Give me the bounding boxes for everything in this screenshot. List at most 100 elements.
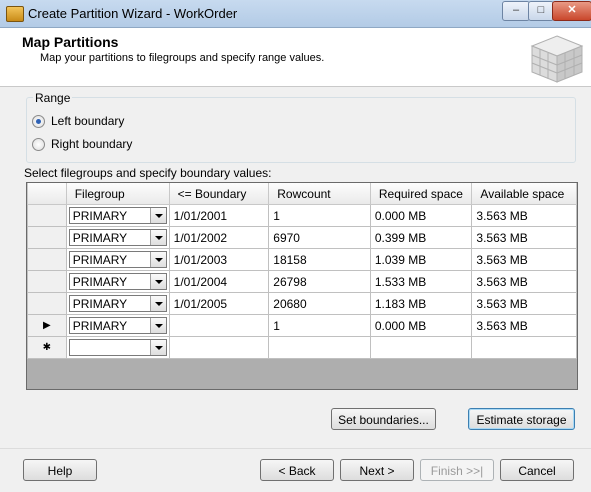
- range-groupbox: Range Left boundary Right boundary: [26, 91, 576, 163]
- grid-header-row: Filegroup <= Boundary Rowcount Required …: [27, 183, 577, 205]
- required-space-cell[interactable]: 0.000 MB: [369, 314, 473, 337]
- filegroup-value: PRIMARY: [72, 253, 128, 267]
- filegroup-value: PRIMARY: [72, 275, 128, 289]
- available-space-cell[interactable]: 3.563 MB: [471, 204, 577, 227]
- required-space-cell[interactable]: 1.183 MB: [369, 292, 473, 315]
- table-row[interactable]: PRIMARY 1/01/2004 26798 1.533 MB 3.563 MB: [27, 270, 577, 293]
- page-title: Map Partitions: [22, 34, 119, 50]
- available-space-cell[interactable]: [471, 336, 577, 359]
- row-selector[interactable]: [27, 204, 67, 227]
- available-space-cell[interactable]: 3.563 MB: [471, 226, 577, 249]
- filegroup-dropdown[interactable]: PRIMARY: [68, 295, 167, 312]
- next-button[interactable]: Next >: [340, 459, 414, 481]
- filegroup-dropdown[interactable]: PRIMARY: [68, 207, 167, 224]
- column-header-boundary[interactable]: <= Boundary: [168, 183, 270, 205]
- dropdown-arrow-icon[interactable]: [149, 274, 166, 289]
- available-space-cell[interactable]: 3.563 MB: [471, 248, 577, 271]
- boundary-cell[interactable]: 1/01/2004: [168, 270, 270, 293]
- partition-table: Filegroup <= Boundary Rowcount Required …: [27, 183, 577, 359]
- rowcount-cell[interactable]: 18158: [268, 248, 371, 271]
- filegroup-cell: PRIMARY: [65, 226, 170, 249]
- filegroup-cell: PRIMARY: [65, 314, 170, 337]
- filegroup-value: PRIMARY: [72, 231, 128, 245]
- row-selector[interactable]: [27, 226, 67, 249]
- dropdown-arrow-icon[interactable]: [149, 252, 166, 267]
- row-selector[interactable]: [27, 270, 67, 293]
- rowcount-cell[interactable]: 1: [268, 204, 371, 227]
- filegroup-cell: PRIMARY: [65, 204, 170, 227]
- estimate-storage-button[interactable]: Estimate storage: [468, 408, 575, 430]
- boundary-cell[interactable]: 1/01/2003: [168, 248, 270, 271]
- dropdown-arrow-icon[interactable]: [149, 296, 166, 311]
- help-button[interactable]: Help: [23, 459, 97, 481]
- column-header-available-space[interactable]: Available space: [471, 183, 577, 205]
- filegroup-cell: PRIMARY: [65, 292, 170, 315]
- back-button[interactable]: < Back: [260, 459, 334, 481]
- left-boundary-radio[interactable]: [32, 115, 45, 128]
- dropdown-arrow-icon[interactable]: [149, 318, 166, 333]
- partition-grid[interactable]: Filegroup <= Boundary Rowcount Required …: [26, 182, 578, 390]
- filegroup-dropdown[interactable]: PRIMARY: [68, 317, 167, 334]
- minimize-button[interactable]: –: [502, 1, 530, 21]
- wizard-app-icon: [6, 6, 24, 22]
- filegroup-value: PRIMARY: [72, 209, 128, 223]
- rowcount-cell[interactable]: 26798: [268, 270, 371, 293]
- required-space-cell[interactable]: [369, 336, 473, 359]
- table-row[interactable]: ✱: [27, 336, 577, 359]
- available-space-cell[interactable]: 3.563 MB: [471, 292, 577, 315]
- finish-button[interactable]: Finish >>|: [420, 459, 494, 481]
- filegroup-dropdown[interactable]: PRIMARY: [68, 251, 167, 268]
- available-space-cell[interactable]: 3.563 MB: [471, 314, 577, 337]
- table-row[interactable]: PRIMARY 1/01/2003 18158 1.039 MB 3.563 MB: [27, 248, 577, 271]
- dropdown-arrow-icon[interactable]: [149, 230, 166, 245]
- partition-cube-icon: [530, 35, 584, 83]
- wizard-header: Map Partitions Map your partitions to fi…: [0, 28, 591, 87]
- filegroup-cell: PRIMARY: [65, 270, 170, 293]
- required-space-cell[interactable]: 1.533 MB: [369, 270, 473, 293]
- row-selector[interactable]: ✱: [27, 336, 67, 359]
- boundary-cell[interactable]: 1/01/2005: [168, 292, 270, 315]
- filegroup-cell: [65, 336, 170, 359]
- cancel-button[interactable]: Cancel: [500, 459, 574, 481]
- rowcount-cell[interactable]: [268, 336, 371, 359]
- table-row[interactable]: PRIMARY 1/01/2002 6970 0.399 MB 3.563 MB: [27, 226, 577, 249]
- rowcount-cell[interactable]: 1: [268, 314, 371, 337]
- required-space-cell[interactable]: 0.399 MB: [369, 226, 473, 249]
- filegroup-value: PRIMARY: [72, 297, 128, 311]
- table-row[interactable]: PRIMARY 1/01/2001 1 0.000 MB 3.563 MB: [27, 204, 577, 227]
- left-boundary-label[interactable]: Left boundary: [51, 114, 124, 128]
- column-header-filegroup[interactable]: Filegroup: [65, 183, 170, 205]
- table-row[interactable]: ▶ PRIMARY 1 0.000 MB 3.563 MB: [27, 314, 577, 337]
- rowcount-cell[interactable]: 6970: [268, 226, 371, 249]
- dropdown-arrow-icon[interactable]: [149, 208, 166, 223]
- filegroup-dropdown[interactable]: PRIMARY: [68, 273, 167, 290]
- filegroup-cell: PRIMARY: [65, 248, 170, 271]
- rowcount-cell[interactable]: 20680: [268, 292, 371, 315]
- filegroup-dropdown[interactable]: PRIMARY: [68, 229, 167, 246]
- dropdown-arrow-icon[interactable]: [149, 340, 166, 355]
- range-legend: Range: [33, 91, 73, 105]
- filegroup-dropdown[interactable]: [68, 339, 167, 356]
- title-bar: Create Partition Wizard - WorkOrder – □ …: [0, 0, 591, 28]
- boundary-cell[interactable]: 1/01/2001: [168, 204, 270, 227]
- grid-label: Select filegroups and specify boundary v…: [24, 166, 272, 180]
- right-boundary-radio[interactable]: [32, 138, 45, 151]
- column-header-rowcount[interactable]: Rowcount: [268, 183, 371, 205]
- boundary-cell[interactable]: [168, 336, 270, 359]
- boundary-cell[interactable]: [168, 314, 270, 337]
- set-boundaries-button[interactable]: Set boundaries...: [331, 408, 436, 430]
- table-row[interactable]: PRIMARY 1/01/2005 20680 1.183 MB 3.563 MB: [27, 292, 577, 315]
- row-selector[interactable]: [27, 292, 67, 315]
- available-space-cell[interactable]: 3.563 MB: [471, 270, 577, 293]
- boundary-cell[interactable]: 1/01/2002: [168, 226, 270, 249]
- row-selector[interactable]: ▶: [27, 314, 67, 337]
- filegroup-value: PRIMARY: [72, 319, 128, 333]
- required-space-cell[interactable]: 1.039 MB: [369, 248, 473, 271]
- required-space-cell[interactable]: 0.000 MB: [369, 204, 473, 227]
- column-header-required-space[interactable]: Required space: [369, 183, 473, 205]
- right-boundary-label[interactable]: Right boundary: [51, 137, 132, 151]
- row-selector[interactable]: [27, 248, 67, 271]
- page-subtitle: Map your partitions to filegroups and sp…: [40, 52, 325, 64]
- maximize-button[interactable]: □: [528, 1, 554, 21]
- close-button[interactable]: ✕: [552, 1, 591, 21]
